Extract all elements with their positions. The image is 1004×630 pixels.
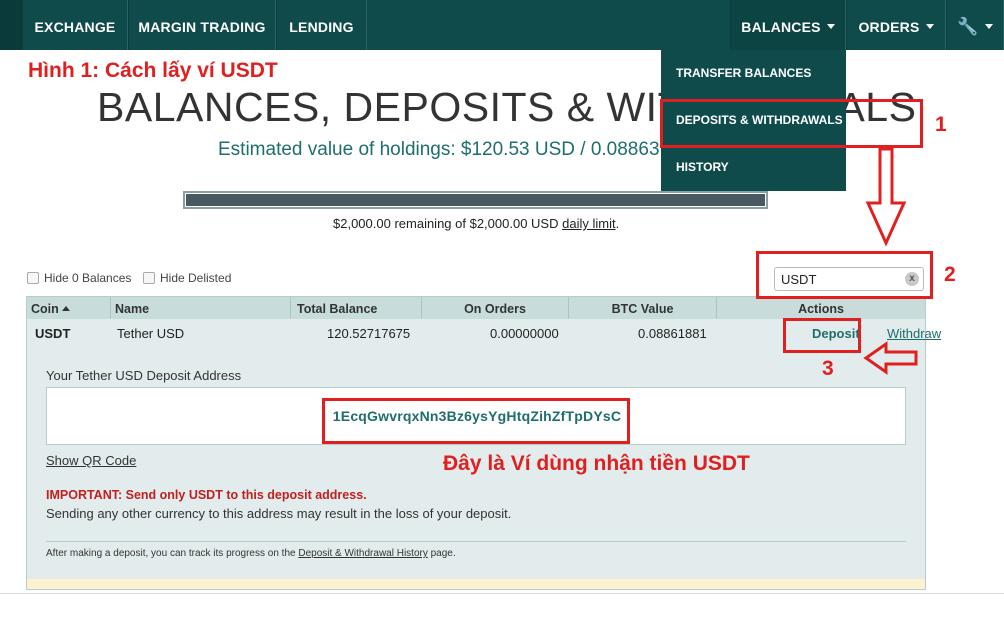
- chevron-down-icon: [925, 23, 934, 29]
- row-coin: USDT: [35, 326, 71, 341]
- deposit-tracking-note: After making a deposit, you can track it…: [46, 548, 456, 559]
- divider: [46, 541, 906, 542]
- menu-transfer-balances[interactable]: TRANSFER BALANCES: [661, 50, 846, 97]
- daily-limit-fill: [186, 194, 765, 206]
- annotation-box-step1: [660, 99, 923, 148]
- menu-history[interactable]: HISTORY: [661, 144, 846, 191]
- important-warning: IMPORTANT: Send only USDT to this deposi…: [46, 488, 367, 502]
- hide-zero-label: Hide 0 Balances: [44, 271, 132, 285]
- daily-limit-bar: [183, 191, 768, 209]
- daily-limit-text: $2,000.00 remaining of $2,000.00 USD dai…: [333, 216, 619, 231]
- header-total[interactable]: Total Balance: [291, 297, 422, 319]
- annotation-arrow-down-icon: [865, 147, 907, 247]
- chevron-down-icon: [826, 23, 835, 29]
- nav-tools[interactable]: 🔧: [946, 0, 1004, 50]
- nav-orders[interactable]: ORDERS: [846, 0, 946, 50]
- hide-delisted[interactable]: Hide Delisted: [143, 271, 231, 285]
- nav-lending[interactable]: LENDING: [276, 0, 367, 50]
- row-on-orders: 0.00000000: [490, 326, 559, 341]
- hide-zero-balances[interactable]: Hide 0 Balances: [27, 271, 131, 285]
- estimated-holdings: Estimated value of holdings: $120.53 USD…: [218, 139, 703, 160]
- chevron-down-icon: [984, 23, 993, 29]
- note-suffix: page.: [427, 548, 456, 559]
- checkbox-icon[interactable]: [143, 272, 155, 284]
- notice-strip: [27, 579, 925, 589]
- table-header: Coin Name Total Balance On Orders BTC Va…: [27, 297, 925, 319]
- currency-warning: Sending any other currency to this addre…: [46, 506, 512, 521]
- nav-margin-trading[interactable]: MARGIN TRADING: [128, 0, 276, 50]
- hide-delisted-label: Hide Delisted: [160, 271, 232, 285]
- nav-orders-label: ORDERS: [858, 19, 920, 35]
- annotation-box-step2: [756, 251, 933, 299]
- annotation-box-address: [322, 398, 630, 444]
- top-nav: EXCHANGE MARGIN TRADING LENDING BALANCES…: [0, 0, 1004, 50]
- header-btc-value[interactable]: BTC Value: [569, 297, 717, 319]
- annotation-step3-number: 3: [822, 357, 834, 380]
- wrench-icon: 🔧: [957, 17, 979, 36]
- annotation-caption: Đây là Ví dùng nhận tiền USDT: [443, 452, 750, 475]
- annotation-step1-number: 1: [935, 113, 947, 136]
- header-coin-label: Coin: [31, 302, 59, 316]
- row-btc-value: 0.08861881: [638, 326, 707, 341]
- row-total-balance: 120.52717675: [327, 326, 411, 341]
- show-qr-code-link[interactable]: Show QR Code: [46, 453, 136, 468]
- header-on-orders[interactable]: On Orders: [422, 297, 569, 319]
- sort-up-icon: [61, 306, 70, 312]
- header-name[interactable]: Name: [111, 297, 291, 319]
- deposit-address-label: Your Tether USD Deposit Address: [46, 368, 242, 383]
- header-actions: Actions: [798, 302, 844, 316]
- row-name: Tether USD: [117, 326, 185, 341]
- nav-left-strip: [0, 0, 22, 50]
- checkbox-icon[interactable]: [27, 272, 39, 284]
- header-coin[interactable]: Coin: [27, 297, 111, 319]
- limit-prefix: $2,000.00 remaining of $2,000.00 USD: [333, 216, 563, 231]
- annotation-arrow-left-icon: [863, 341, 918, 375]
- withdraw-link[interactable]: Withdraw: [887, 326, 941, 341]
- annotation-title: Hình 1: Cách lấy ví USDT: [28, 59, 278, 82]
- annotation-box-step3: [783, 318, 861, 353]
- history-link[interactable]: Deposit & Withdrawal History: [298, 548, 427, 559]
- limit-suffix: .: [615, 216, 620, 231]
- page-bottom-line: [0, 593, 1004, 594]
- note-prefix: After making a deposit, you can track it…: [46, 548, 299, 559]
- nav-balances-label: BALANCES: [741, 19, 821, 35]
- nav-balances[interactable]: BALANCES: [730, 0, 846, 50]
- daily-limit-link[interactable]: daily limit: [562, 216, 615, 231]
- nav-exchange[interactable]: EXCHANGE: [22, 0, 128, 50]
- annotation-step2-number: 2: [944, 263, 956, 286]
